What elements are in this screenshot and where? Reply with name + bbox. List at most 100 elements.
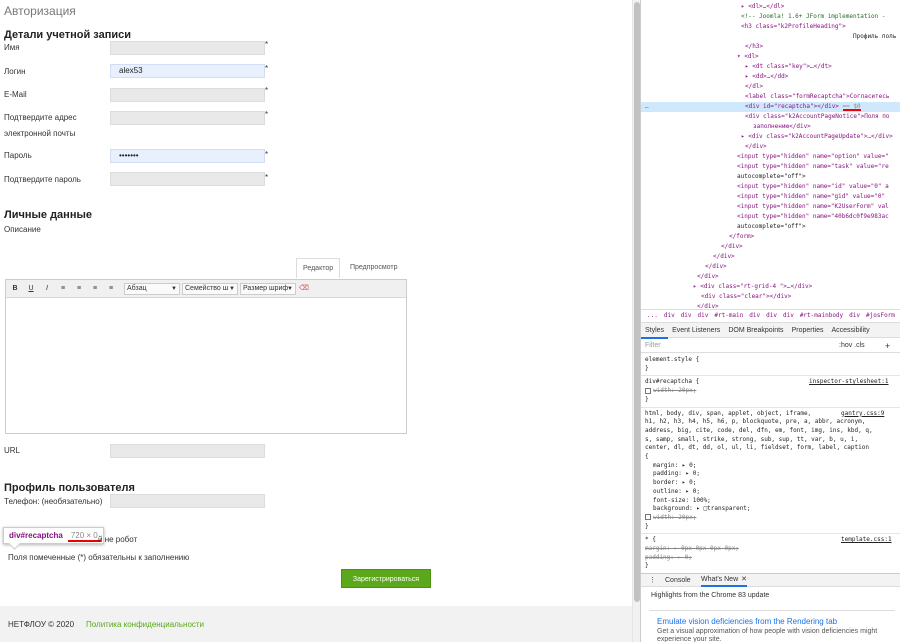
- dom-node-row[interactable]: <div class="k2AccountPageNotice">Поля по: [641, 112, 900, 122]
- add-rule-icon[interactable]: +: [885, 339, 890, 353]
- name-input[interactable]: [110, 41, 265, 55]
- tab-event-listeners[interactable]: Event Listeners: [668, 323, 724, 338]
- css-declaration[interactable]: margin: ▸ 0px 0px 0px 0px;: [645, 545, 739, 553]
- breadcrumb-item[interactable]: #josForm: [866, 312, 895, 319]
- tab-preview[interactable]: Предпросмотр: [344, 258, 403, 278]
- breadcrumb-item[interactable]: div: [849, 312, 860, 319]
- dom-node-row[interactable]: </form>: [641, 232, 900, 242]
- tab-accessibility[interactable]: Accessibility: [827, 323, 873, 338]
- whats-new-card[interactable]: Emulate vision deficiencies from the Ren…: [649, 610, 895, 642]
- align-center-button[interactable]: ≡: [73, 283, 85, 295]
- dom-node-row[interactable]: autocomplete="off">: [641, 222, 900, 232]
- css-declaration[interactable]: padding: ▸ 0;: [645, 470, 700, 478]
- css-declaration[interactable]: background: ▸ □transparent;: [645, 505, 751, 513]
- css-declaration[interactable]: outline: ▸ 0;: [645, 488, 700, 496]
- node-menu-icon[interactable]: …: [645, 102, 649, 112]
- page-scrollbar[interactable]: [632, 0, 640, 642]
- filter-input[interactable]: Filter: [645, 339, 661, 353]
- dom-node-row[interactable]: </div>: [641, 242, 900, 252]
- dom-node-row[interactable]: <label class="formRecaptcha">Согласитесь: [641, 92, 900, 102]
- css-declaration[interactable]: width: 20px;: [645, 514, 696, 522]
- font-size-select[interactable]: Размер шриф ▼: [240, 283, 296, 295]
- bold-button[interactable]: B: [9, 283, 21, 295]
- format-select[interactable]: Абзац ▼: [124, 283, 180, 295]
- dom-node-row[interactable]: <div class="clear"></div>: [641, 292, 900, 302]
- dom-node-row[interactable]: <input type="hidden" name="option" value…: [641, 152, 900, 162]
- dom-node-row[interactable]: ▸ <dl>…</dl>: [641, 2, 900, 12]
- tab-whats-new[interactable]: What's New ✕: [701, 574, 747, 587]
- selected-node-row[interactable]: … <div id="recaptcha"></div> == $0: [641, 102, 900, 112]
- dom-node-row[interactable]: </dl>: [641, 82, 900, 92]
- rich-text-editor[interactable]: B U I ≡ ≡ ≡ ≡ Абзац ▼ Семейство ш ▼ Размер…: [5, 279, 407, 434]
- url-input[interactable]: [110, 444, 265, 458]
- css-text: }: [645, 395, 649, 403]
- register-button[interactable]: Зарегистрироваться: [341, 569, 431, 588]
- dom-node-row[interactable]: </div>: [641, 142, 900, 152]
- dom-node-row[interactable]: </div>: [641, 302, 900, 308]
- dom-node-row[interactable]: ▸ <div class="k2AccountPageUpdate">…</di…: [641, 132, 900, 142]
- align-justify-button[interactable]: ≡: [105, 283, 117, 295]
- dom-node-row[interactable]: </div>: [641, 272, 900, 282]
- declaration-checkbox[interactable]: [645, 514, 651, 521]
- italic-button[interactable]: I: [41, 283, 53, 295]
- eraser-icon[interactable]: ⌫: [298, 283, 310, 295]
- breadcrumb-item[interactable]: div: [664, 312, 675, 319]
- tab-dom-breakpoints[interactable]: DOM Breakpoints: [724, 323, 787, 338]
- css-declaration[interactable]: margin: ▸ 0;: [645, 462, 696, 470]
- stylesheet-link[interactable]: inspector-stylesheet:1: [809, 378, 888, 386]
- css-declaration[interactable]: font-size: 100%;: [645, 497, 711, 505]
- breadcrumb-item[interactable]: div: [783, 312, 794, 319]
- underline-button[interactable]: U: [25, 283, 37, 295]
- breadcrumb-item[interactable]: #rt-mainbody: [800, 312, 843, 319]
- dom-node-row[interactable]: ▾ <dl>: [641, 52, 900, 62]
- tab-styles[interactable]: Styles: [641, 324, 669, 339]
- tab-console[interactable]: Console: [665, 574, 691, 587]
- breadcrumb-item[interactable]: div: [698, 312, 709, 319]
- dom-node-row[interactable]: <h3 class="k2ProfileHeading">: [641, 22, 900, 32]
- phone-input[interactable]: [110, 494, 265, 508]
- dom-node-row[interactable]: </h3>: [641, 42, 900, 52]
- align-right-button[interactable]: ≡: [89, 283, 101, 295]
- dom-node-row[interactable]: autocomplete="off">: [641, 172, 900, 182]
- dom-node-row[interactable]: <input type="hidden" name="gid" value="0…: [641, 192, 900, 202]
- password-input[interactable]: •••••••: [110, 149, 265, 163]
- css-declaration[interactable]: padding: ▸ 0;: [645, 554, 692, 562]
- dom-node-row[interactable]: <input type="hidden" name="task" value="…: [641, 162, 900, 172]
- privacy-link[interactable]: Политика конфиденциальности: [86, 620, 204, 629]
- dom-node-row[interactable]: </div>: [641, 262, 900, 272]
- close-icon[interactable]: ✕: [741, 576, 747, 583]
- tab-editor[interactable]: Редактор: [296, 258, 340, 278]
- card-title[interactable]: Emulate vision deficiencies from the Ren…: [657, 617, 837, 626]
- dom-node-row[interactable]: <!-- Joomla! 1.6+ JForm implementation -: [641, 12, 900, 22]
- tab-properties[interactable]: Properties: [788, 323, 828, 338]
- stylesheet-link[interactable]: gantry.css:9: [841, 410, 884, 418]
- dom-node-row[interactable]: <input type="hidden" name="40b6dc0f9e983…: [641, 212, 900, 222]
- dom-node-row[interactable]: ▸ <dt class="key">…</dt>: [641, 62, 900, 72]
- dom-node-row[interactable]: Профиль поль: [641, 32, 900, 42]
- email-input[interactable]: [110, 88, 265, 102]
- login-input[interactable]: alex53: [110, 64, 265, 78]
- breadcrumb-item[interactable]: div: [681, 312, 692, 319]
- css-text: {: [645, 453, 649, 460]
- dom-node-row[interactable]: ▸ <dd>…</dd>: [641, 72, 900, 82]
- dom-node-row[interactable]: ▸ <div class="rt-grid-4 ">…</div>: [641, 282, 900, 292]
- dom-node-row[interactable]: </div>: [641, 252, 900, 262]
- drawer-menu-icon[interactable]: ⋮: [649, 574, 656, 587]
- align-left-button[interactable]: ≡: [57, 283, 69, 295]
- declaration-checkbox[interactable]: [645, 387, 651, 394]
- breadcrumb-item[interactable]: ...: [647, 312, 658, 319]
- breadcrumb-item[interactable]: #rt-main: [714, 312, 743, 319]
- breadcrumb-item[interactable]: div: [749, 312, 760, 319]
- confirm-email-input[interactable]: [110, 111, 265, 125]
- breadcrumb-item[interactable]: div: [766, 312, 777, 319]
- confirm-password-input[interactable]: [110, 172, 265, 186]
- css-declaration[interactable]: border: ▸ 0;: [645, 479, 696, 487]
- hov-cls-toggle[interactable]: :hov .cls: [839, 339, 865, 353]
- dom-node-row[interactable]: заполнению</div>: [641, 122, 900, 132]
- dom-node-row[interactable]: <input type="hidden" name="K2UserForm" v…: [641, 202, 900, 212]
- font-family-select[interactable]: Семейство ш ▼: [182, 283, 238, 295]
- styles-filter[interactable]: Filter :hov .cls +: [641, 339, 900, 353]
- css-declaration[interactable]: width: 20px;: [645, 387, 696, 395]
- dom-node-row[interactable]: <input type="hidden" name="id" value="0"…: [641, 182, 900, 192]
- stylesheet-link[interactable]: template.css:1: [841, 536, 892, 544]
